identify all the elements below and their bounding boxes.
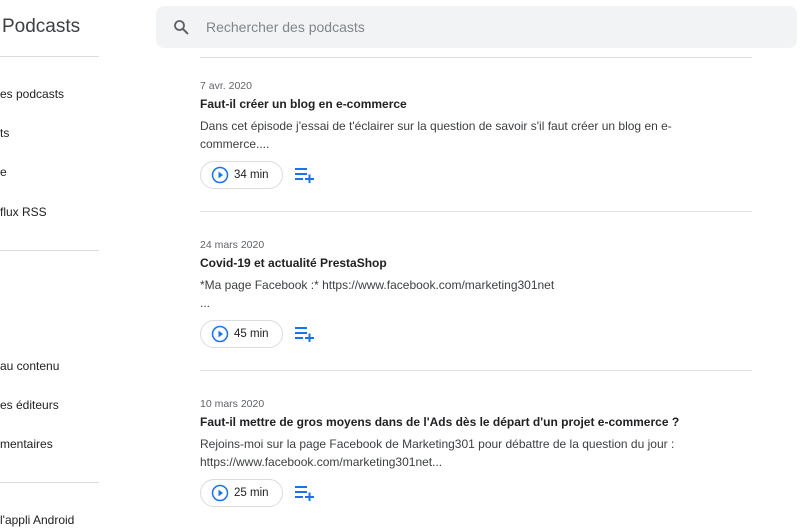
sidebar-item-android-app[interactable]: l'appli Android xyxy=(0,513,74,527)
sidebar-item-publishers[interactable]: es éditeurs xyxy=(0,398,59,412)
app-title: Podcasts xyxy=(2,16,81,37)
sidebar-item-content-policy[interactable]: au contenu xyxy=(0,359,59,373)
episode-divider xyxy=(200,211,752,212)
episode-description-line: *Ma page Facebook :* https://www.faceboo… xyxy=(200,278,555,292)
episode-date: 10 mars 2020 xyxy=(200,398,265,410)
sidebar-divider xyxy=(0,482,99,483)
search-icon[interactable] xyxy=(172,18,190,36)
add-to-queue-icon[interactable] xyxy=(295,485,315,501)
episode-divider xyxy=(200,370,752,371)
episode-duration: 45 min xyxy=(234,328,269,340)
episode-date: 24 mars 2020 xyxy=(200,239,265,251)
episode-description-line: https://www.facebook.com/marketing301net… xyxy=(200,455,443,469)
episode-duration: 25 min xyxy=(234,487,269,499)
play-circle-icon xyxy=(211,484,229,502)
sidebar: Podcasts es podcasts ts e flux RSS au co… xyxy=(0,0,100,531)
search-bar[interactable] xyxy=(156,6,797,48)
episode-description: *Ma page Facebook :* https://www.faceboo… xyxy=(200,276,710,312)
search-input[interactable] xyxy=(206,6,766,48)
sidebar-divider xyxy=(0,250,99,251)
sidebar-item-my-podcasts[interactable]: es podcasts xyxy=(0,87,64,101)
sidebar-item-episodes[interactable]: ts xyxy=(0,126,9,140)
episode-description: Dans cet épisode j'essai de t'éclairer s… xyxy=(200,117,710,153)
episode-description-line: commerce.... xyxy=(200,137,270,151)
episode-description-line: Rejoins-moi sur la page Facebook de Mark… xyxy=(200,437,675,451)
episode-description: Rejoins-moi sur la page Facebook de Mark… xyxy=(200,435,710,471)
episode-title[interactable]: Covid-19 et actualité PrestaShop xyxy=(200,256,387,270)
episode-duration: 34 min xyxy=(234,169,269,181)
add-to-queue-icon[interactable] xyxy=(295,167,315,183)
play-button[interactable]: 45 min xyxy=(200,320,283,348)
play-circle-icon xyxy=(211,166,229,184)
sidebar-divider xyxy=(0,56,99,57)
episode-title[interactable]: Faut-il mettre de gros moyens dans de l'… xyxy=(200,415,679,429)
sidebar-item-queue[interactable]: e xyxy=(0,165,7,179)
episode-description-line: ... xyxy=(200,296,211,310)
play-button[interactable]: 34 min xyxy=(200,161,283,189)
sidebar-item-rss-feed[interactable]: flux RSS xyxy=(0,205,47,219)
play-button[interactable]: 25 min xyxy=(200,479,283,507)
episode-title[interactable]: Faut-il créer un blog en e-commerce xyxy=(200,97,407,111)
content-divider xyxy=(200,57,752,58)
add-to-queue-icon[interactable] xyxy=(295,326,315,342)
episode-description-line: Dans cet épisode j'essai de t'éclairer s… xyxy=(200,119,672,133)
sidebar-item-feedback[interactable]: mentaires xyxy=(0,437,53,451)
play-circle-icon xyxy=(211,325,229,343)
episode-date: 7 avr. 2020 xyxy=(200,80,252,92)
